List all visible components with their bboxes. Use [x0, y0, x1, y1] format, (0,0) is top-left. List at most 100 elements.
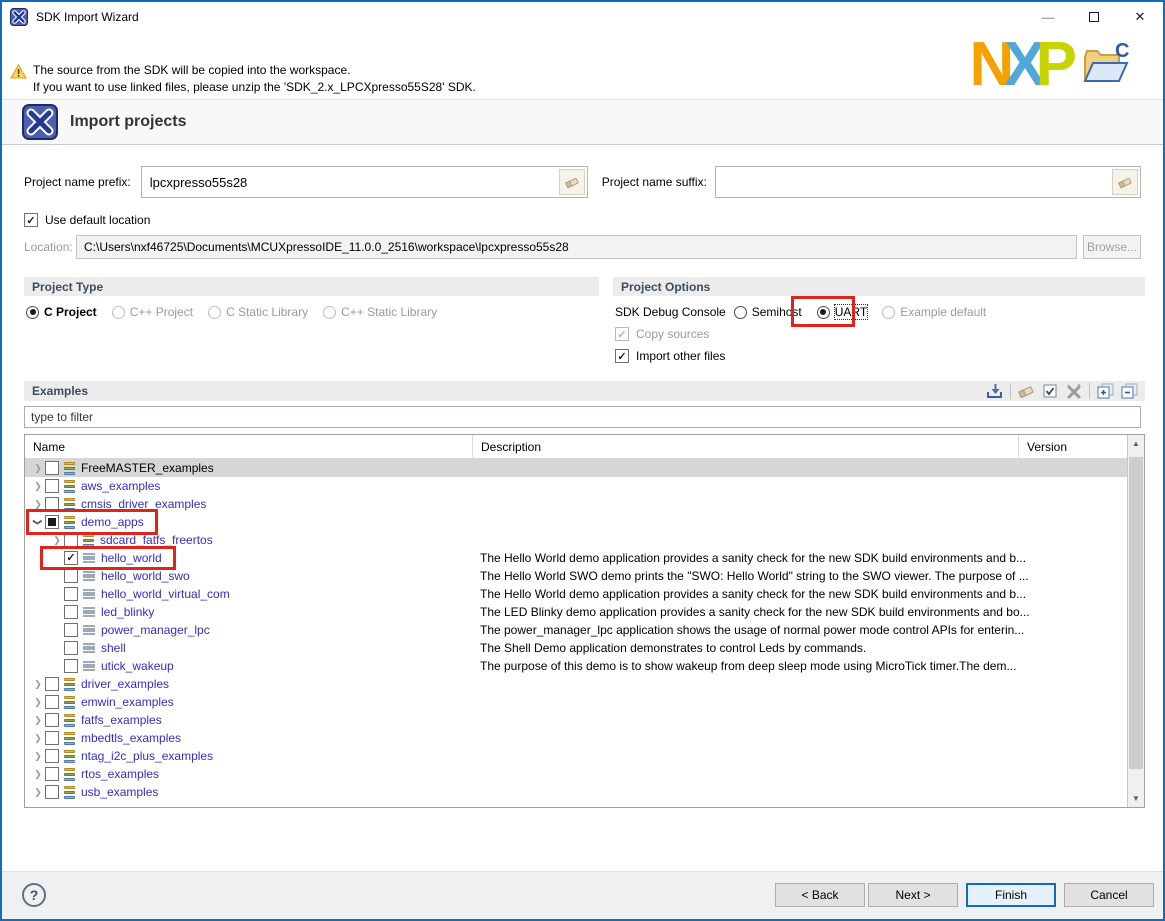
project-type-c-static-library-radio[interactable]: C Static Library	[208, 305, 308, 319]
debug-console-example-default-radio[interactable]: Example default	[882, 305, 986, 319]
chevron-right-icon[interactable]: ❯	[31, 675, 45, 693]
table-row[interactable]: ❯ FreeMASTER_examples	[25, 459, 1129, 477]
row-name[interactable]: shell	[101, 639, 126, 657]
debug-console-uart-radio[interactable]: UART	[817, 305, 867, 319]
table-row[interactable]: shellThe Shell Demo application demonstr…	[25, 639, 1129, 657]
column-header-name[interactable]: Name	[25, 435, 473, 459]
row-checkbox[interactable]	[64, 587, 78, 601]
browse-button[interactable]: Browse...	[1083, 235, 1141, 259]
table-row[interactable]: ❯ driver_examples	[25, 675, 1129, 693]
row-checkbox[interactable]	[45, 731, 59, 745]
row-checkbox[interactable]	[45, 767, 59, 781]
import-example-icon[interactable]	[983, 382, 1007, 400]
table-row[interactable]: ❯ ntag_i2c_plus_examples	[25, 747, 1129, 765]
table-row[interactable]: utick_wakeupThe purpose of this demo is …	[25, 657, 1129, 675]
row-name[interactable]: ntag_i2c_plus_examples	[81, 747, 213, 765]
row-checkbox[interactable]	[64, 659, 78, 673]
collapse-all-icon[interactable]	[1117, 382, 1141, 400]
row-name[interactable]: led_blinky	[101, 603, 154, 621]
row-name[interactable]: mbedtls_examples	[81, 729, 181, 747]
row-name[interactable]: utick_wakeup	[101, 657, 174, 675]
table-row[interactable]: hello_world_swoThe Hello World SWO demo …	[25, 567, 1129, 585]
chevron-right-icon[interactable]: ❯	[31, 459, 45, 477]
table-row[interactable]: ❯ sdcard_fatfs_freertos	[25, 531, 1129, 549]
row-checkbox[interactable]	[64, 623, 78, 637]
debug-console-semihost-radio[interactable]: Semihost	[734, 305, 802, 319]
chevron-right-icon[interactable]: ❯	[31, 765, 45, 783]
column-header-version[interactable]: Version	[1019, 435, 1129, 459]
table-row[interactable]: ❯ usb_examples	[25, 783, 1129, 801]
filter-input[interactable]	[25, 407, 1140, 427]
eraser-icon[interactable]	[1014, 382, 1038, 400]
chevron-right-icon[interactable]: ❯	[31, 729, 45, 747]
row-checkbox[interactable]	[45, 479, 59, 493]
row-checkbox[interactable]	[64, 569, 78, 583]
chevron-down-icon[interactable]: ❯	[29, 515, 47, 529]
row-checkbox[interactable]	[45, 785, 59, 799]
chevron-right-icon[interactable]: ❯	[31, 783, 45, 801]
cancel-button[interactable]: Cancel	[1064, 883, 1154, 907]
next-button[interactable]: Next >	[868, 883, 958, 907]
table-row[interactable]: ❯ fatfs_examples	[25, 711, 1129, 729]
row-name[interactable]: hello_world_virtual_com	[101, 585, 230, 603]
row-name[interactable]: sdcard_fatfs_freertos	[100, 531, 213, 549]
table-row[interactable]: hello_world_virtual_comThe Hello World d…	[25, 585, 1129, 603]
row-name[interactable]: fatfs_examples	[81, 711, 162, 729]
import-other-files-checkbox[interactable]: ✓	[615, 349, 629, 363]
table-row[interactable]: led_blinkyThe LED Blinky demo applicatio…	[25, 603, 1129, 621]
clear-prefix-button[interactable]	[559, 169, 585, 195]
help-button[interactable]: ?	[22, 883, 46, 907]
row-checkbox[interactable]	[45, 695, 59, 709]
row-checkbox[interactable]	[45, 497, 59, 511]
table-row[interactable]: power_manager_lpcThe power_manager_lpc a…	[25, 621, 1129, 639]
project-type-c-project-radio[interactable]: C++ Project	[112, 305, 193, 319]
expand-all-icon[interactable]	[1093, 382, 1117, 400]
clear-suffix-button[interactable]	[1112, 169, 1138, 195]
maximize-button[interactable]	[1071, 2, 1117, 32]
row-checkbox[interactable]	[64, 533, 78, 547]
row-checkbox[interactable]: ✓	[64, 551, 78, 565]
row-checkbox[interactable]	[45, 713, 59, 727]
row-name[interactable]: demo_apps	[81, 513, 144, 531]
table-row[interactable]: ❯ mbedtls_examples	[25, 729, 1129, 747]
row-name[interactable]: rtos_examples	[81, 765, 159, 783]
copy-sources-checkbox[interactable]: ✓	[615, 327, 629, 341]
row-checkbox[interactable]	[45, 515, 59, 529]
scroll-down-icon[interactable]: ▼	[1128, 790, 1144, 807]
finish-button[interactable]: Finish	[966, 883, 1056, 907]
row-checkbox[interactable]	[45, 749, 59, 763]
chevron-right-icon[interactable]: ❯	[31, 693, 45, 711]
chevron-right-icon[interactable]: ❯	[31, 477, 45, 495]
project-type-c-static-library-radio[interactable]: C++ Static Library	[323, 305, 437, 319]
row-name[interactable]: aws_examples	[81, 477, 160, 495]
row-name[interactable]: FreeMASTER_examples	[81, 459, 214, 477]
table-row[interactable]: ❯ rtos_examples	[25, 765, 1129, 783]
chevron-right-icon[interactable]: ❯	[50, 531, 64, 549]
table-row[interactable]: ❯ demo_apps	[25, 513, 1129, 531]
row-name[interactable]: cmsis_driver_examples	[81, 495, 206, 513]
table-row[interactable]: ✓hello_worldThe Hello World demo applica…	[25, 549, 1129, 567]
select-all-icon[interactable]	[1038, 382, 1062, 400]
scrollbar-thumb[interactable]	[1129, 457, 1143, 769]
chevron-right-icon[interactable]: ❯	[31, 711, 45, 729]
row-name[interactable]: driver_examples	[81, 675, 169, 693]
minimize-button[interactable]: —	[1025, 2, 1071, 32]
project-type-c-project-radio[interactable]: C Project	[26, 305, 97, 319]
prefix-input[interactable]	[142, 167, 559, 197]
suffix-input[interactable]	[716, 167, 1112, 197]
vertical-scrollbar[interactable]: ▲ ▼	[1127, 435, 1144, 807]
table-row[interactable]: ❯emwin_examples	[25, 693, 1129, 711]
row-checkbox[interactable]	[45, 677, 59, 691]
back-button[interactable]: < Back	[775, 883, 865, 907]
row-name[interactable]: usb_examples	[81, 783, 158, 801]
row-name[interactable]: hello_world_swo	[101, 567, 190, 585]
use-default-location-checkbox[interactable]: ✓	[24, 213, 38, 227]
row-checkbox[interactable]	[64, 605, 78, 619]
row-checkbox[interactable]	[45, 461, 59, 475]
row-checkbox[interactable]	[64, 641, 78, 655]
row-name[interactable]: hello_world	[101, 549, 162, 567]
table-row[interactable]: ❯ cmsis_driver_examples	[25, 495, 1129, 513]
deselect-all-icon[interactable]	[1062, 382, 1086, 400]
chevron-right-icon[interactable]: ❯	[31, 495, 45, 513]
chevron-right-icon[interactable]: ❯	[31, 747, 45, 765]
